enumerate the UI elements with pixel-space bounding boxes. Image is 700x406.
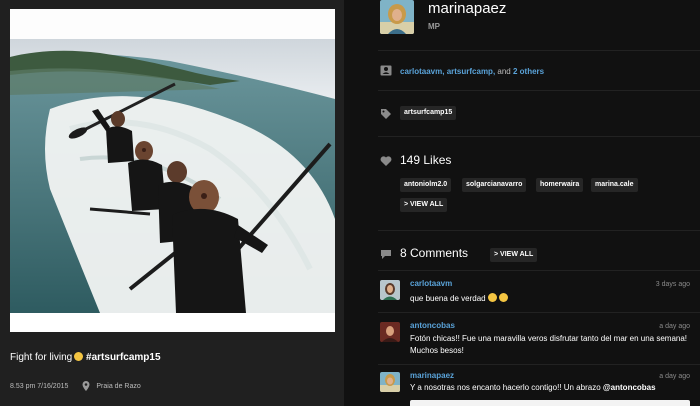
post-caption: Fight for living #artsurfcamp15 — [10, 352, 161, 363]
comment-time: a day ago — [659, 373, 690, 380]
like-user-pill[interactable]: antoniolm2.0 — [400, 178, 452, 192]
with-users-line: carlotaavm, artsurfcamp, and 2 others — [400, 67, 544, 76]
heart-icon — [380, 156, 392, 166]
comment-body: Y a nosotras nos encanto hacerlo contigo… — [410, 383, 601, 392]
divider — [378, 90, 700, 91]
divider — [378, 136, 700, 137]
caption-hashtag[interactable]: #artsurfcamp15 — [86, 352, 160, 363]
emoji-icon — [498, 293, 508, 302]
photo-panel: Fight for living #artsurfcamp15 8.53 pm … — [0, 0, 344, 406]
author-username[interactable]: marinapaez — [428, 0, 506, 17]
photo-frame — [10, 9, 335, 332]
author-initials: MP — [428, 22, 440, 31]
tag-pill[interactable]: artsurfcamp15 — [400, 106, 457, 120]
comment-username[interactable]: carlotaavm — [410, 279, 452, 288]
likes-count[interactable]: 149 Likes — [400, 153, 451, 167]
comments-count[interactable]: 8 Comments — [400, 246, 468, 260]
caption-text: Fight for living — [10, 352, 73, 363]
like-user-pill[interactable]: solgarcianavarro — [462, 178, 527, 192]
comment-username[interactable]: marinapaez — [410, 371, 454, 380]
comment-avatar[interactable] — [380, 280, 400, 300]
comment-avatar[interactable] — [380, 322, 400, 342]
like-user-pill[interactable]: homerwaira — [536, 178, 584, 192]
post-meta: 8.53 pm 7/16/2015 Praia de Razo — [10, 381, 141, 391]
with-user-carlotaavm[interactable]: carlotaavm, — [400, 67, 444, 76]
emoji-icon — [74, 352, 84, 361]
with-user-artsurfcamp[interactable]: artsurfcamp, — [447, 67, 495, 76]
comment-time: a day ago — [659, 323, 690, 330]
comment-body: que buena de verdad — [410, 294, 486, 303]
with-others-link[interactable]: 2 others — [513, 67, 544, 76]
comment-input[interactable] — [410, 400, 690, 406]
post-location[interactable]: Praia de Razo — [96, 383, 140, 390]
with-and-text: and — [497, 67, 511, 76]
like-user-pill[interactable]: marina.cale — [591, 178, 638, 192]
likes-view-all-button[interactable]: > VIEW ALL — [400, 198, 448, 212]
comment-text: que buena de verdad — [410, 293, 692, 305]
tag-icon — [381, 109, 391, 119]
divider — [378, 312, 700, 313]
comment-text: Fotón chicas!! Fue una maravilla veros d… — [410, 334, 688, 355]
comment-username[interactable]: antoncobas — [410, 321, 455, 330]
emoji-icon — [487, 293, 497, 302]
post-datetime: 8.53 pm 7/16/2015 — [10, 382, 69, 390]
divider — [378, 270, 700, 271]
surf-photo-illustration — [10, 39, 335, 313]
with-person-icon — [380, 65, 392, 76]
comment-text: Y a nosotras nos encanto hacerlo contigo… — [410, 382, 692, 394]
comment-avatar[interactable] — [380, 372, 400, 392]
post-photo[interactable] — [10, 39, 335, 313]
comments-view-all-button[interactable]: > VIEW ALL — [490, 248, 538, 262]
comment-time: 3 days ago — [655, 281, 690, 288]
comment-mention[interactable]: @antoncobas — [603, 383, 656, 392]
comment-bubble-icon — [381, 250, 391, 259]
location-pin-icon — [82, 381, 90, 391]
divider — [378, 50, 700, 51]
author-avatar[interactable] — [380, 0, 414, 34]
divider — [378, 230, 700, 231]
photo-top-border — [10, 9, 335, 39]
divider — [378, 364, 700, 365]
